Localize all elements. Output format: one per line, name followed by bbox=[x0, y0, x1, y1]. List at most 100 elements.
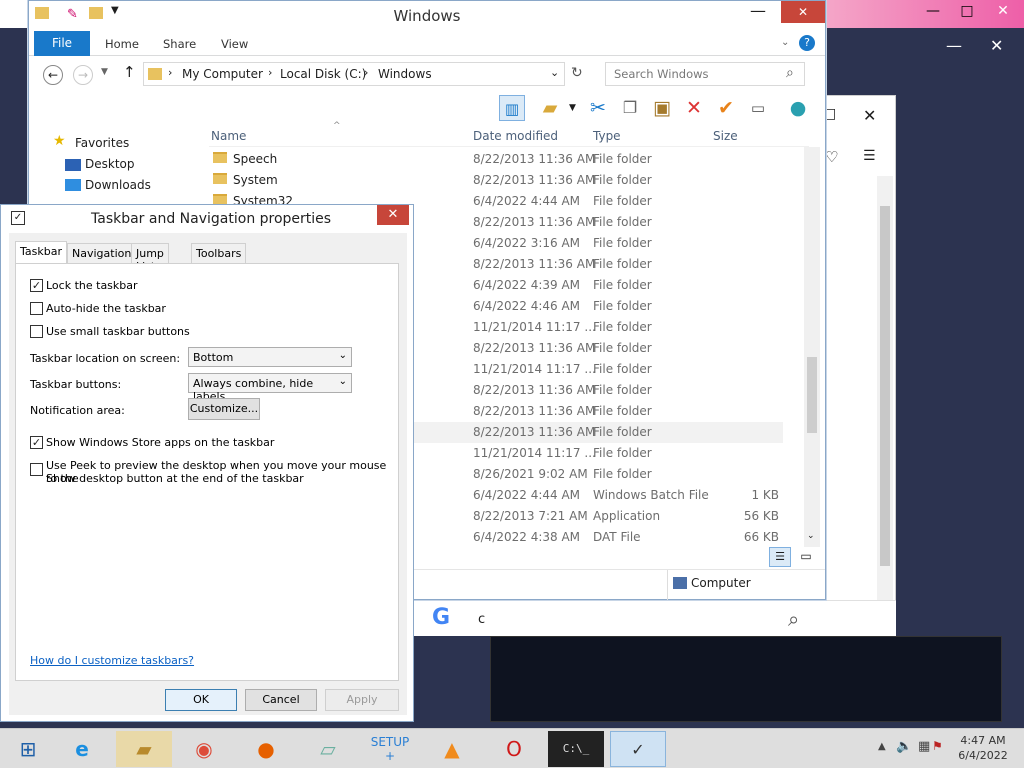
breadcrumb-my-computer[interactable]: My Computer bbox=[182, 67, 263, 81]
column-date-modified[interactable]: Date modified bbox=[473, 129, 558, 143]
windows-start-icon[interactable]: ⊞ bbox=[0, 731, 56, 767]
close-icon[interactable]: ✕ bbox=[990, 36, 1003, 55]
tab-home[interactable]: Home bbox=[105, 37, 139, 51]
breadcrumb-windows[interactable]: Windows bbox=[378, 67, 432, 81]
heart-icon[interactable]: ♡ bbox=[825, 148, 838, 166]
network-icon[interactable]: ▦ bbox=[918, 739, 930, 754]
minimize-icon[interactable]: — bbox=[946, 36, 962, 55]
rename-icon[interactable]: ▭ bbox=[745, 95, 771, 121]
search-text[interactable]: c bbox=[478, 612, 485, 627]
chevron-down-icon[interactable]: ⌄ bbox=[807, 531, 815, 541]
paste-icon[interactable]: ▣ bbox=[649, 95, 675, 121]
tab-jump-lists[interactable]: Jump Lists bbox=[131, 243, 169, 273]
refresh-icon[interactable]: ↻ bbox=[571, 65, 583, 81]
sort-ascending-icon: ^ bbox=[333, 121, 341, 131]
small-buttons-checkbox[interactable] bbox=[30, 325, 43, 338]
scrollbar-thumb[interactable] bbox=[880, 206, 890, 566]
google-search-bar[interactable]: G c ⌕ bbox=[412, 600, 896, 636]
chevron-down-icon: ⌄ bbox=[338, 350, 347, 361]
chrome-icon[interactable]: ◉ bbox=[176, 731, 232, 767]
column-size[interactable]: Size bbox=[713, 129, 738, 143]
file-type: File folder bbox=[593, 320, 652, 334]
nav-desktop[interactable]: Desktop bbox=[85, 157, 135, 171]
back-icon[interactable]: ← bbox=[43, 65, 63, 85]
lock-taskbar-checkbox[interactable]: ✓ bbox=[30, 279, 43, 292]
internet-explorer-icon[interactable]: e bbox=[54, 731, 110, 767]
close-icon[interactable]: ✕ bbox=[863, 106, 876, 125]
chevron-right-icon: › bbox=[364, 66, 369, 79]
cancel-button[interactable]: Cancel bbox=[245, 689, 317, 711]
close-icon[interactable]: ✕ bbox=[781, 1, 825, 23]
forward-icon[interactable]: → bbox=[73, 65, 93, 85]
downloads-icon bbox=[65, 179, 81, 191]
peek-checkbox[interactable] bbox=[30, 463, 43, 476]
minimize-icon[interactable]: — bbox=[735, 1, 781, 23]
search-input[interactable]: Search Windows ⌕ bbox=[605, 62, 805, 86]
notepad-icon[interactable]: ▱ bbox=[300, 731, 356, 767]
cut-icon[interactable]: ✂ bbox=[585, 95, 611, 121]
scrollbar-thumb[interactable] bbox=[807, 357, 817, 433]
tab-toolbars[interactable]: Toolbars bbox=[191, 243, 247, 263]
chevron-down-icon[interactable]: ⌄ bbox=[781, 37, 789, 48]
address-bar[interactable]: › My Computer › Local Disk (C:) › Window… bbox=[143, 62, 565, 86]
file-explorer-taskbar-icon[interactable]: ▰ bbox=[116, 731, 172, 767]
apply-button[interactable]: Apply bbox=[325, 689, 399, 711]
chevron-up-icon[interactable]: ▲ bbox=[878, 741, 886, 752]
opera-icon[interactable]: O bbox=[486, 731, 542, 767]
tab-share[interactable]: Share bbox=[163, 37, 196, 51]
buttons-select[interactable]: Always combine, hide labels ⌄ bbox=[188, 373, 352, 403]
column-type[interactable]: Type bbox=[593, 129, 621, 143]
volume-icon[interactable]: 🔈 bbox=[896, 739, 912, 754]
copy-icon[interactable]: ❐ bbox=[617, 95, 643, 121]
folder-options-icon[interactable]: ▰ bbox=[537, 95, 563, 121]
preview-pane-icon[interactable]: ▥ bbox=[499, 95, 525, 121]
firefox-icon[interactable]: ● bbox=[238, 731, 294, 767]
tab-navigation[interactable]: Navigation bbox=[67, 243, 137, 263]
minimize-icon[interactable]: — bbox=[916, 0, 950, 22]
setup-icon[interactable]: SETUP + bbox=[362, 731, 418, 767]
avast-icon[interactable]: ▲ bbox=[424, 731, 480, 767]
tab-file[interactable]: File bbox=[34, 31, 90, 56]
ok-button[interactable]: OK bbox=[165, 689, 237, 711]
auto-hide-checkbox[interactable] bbox=[30, 302, 43, 315]
command-prompt-icon[interactable]: C:\_ bbox=[548, 731, 604, 767]
settings-icon[interactable]: ☰ bbox=[863, 148, 876, 164]
help-link[interactable]: How do I customize taskbars? bbox=[30, 654, 194, 667]
location-select[interactable]: Bottom ⌄ bbox=[188, 347, 352, 367]
nav-favorites[interactable]: Favorites bbox=[75, 136, 129, 150]
table-row[interactable]: Speech 8/22/2013 11:36 AM File folder bbox=[209, 149, 783, 170]
address-row: ← → ▼ ↑ › My Computer › Local Disk (C:) … bbox=[29, 57, 825, 91]
explorer-titlebar: ✎ ▼ Windows — ✕ bbox=[29, 1, 825, 31]
chevron-down-icon[interactable]: ▼ bbox=[101, 67, 108, 77]
delete-icon[interactable]: ✕ bbox=[681, 95, 707, 121]
action-center-icon[interactable]: ⚑ bbox=[932, 739, 943, 753]
breadcrumb-local-disk[interactable]: Local Disk (C:) bbox=[280, 67, 366, 81]
tab-taskbar[interactable]: Taskbar bbox=[15, 241, 67, 263]
file-type: File folder bbox=[593, 215, 652, 229]
chevron-down-icon[interactable]: ▼ bbox=[569, 103, 576, 113]
globe-icon[interactable]: ● bbox=[785, 95, 811, 121]
tab-view[interactable]: View bbox=[221, 37, 248, 51]
store-apps-checkbox[interactable]: ✓ bbox=[30, 436, 43, 449]
customize-button[interactable]: Customize... bbox=[188, 398, 260, 420]
taskbar-properties-taskbar-icon[interactable]: ✓ bbox=[610, 731, 666, 767]
large-icons-view-icon[interactable]: ▭ bbox=[795, 547, 817, 567]
system-clock[interactable]: 4:47 AM 6/4/2022 bbox=[948, 733, 1018, 763]
file-list-scrollbar[interactable]: ⌄ bbox=[804, 147, 820, 547]
browser-scrollbar[interactable] bbox=[877, 176, 893, 632]
help-icon[interactable]: ? bbox=[799, 35, 815, 51]
checkmark-icon[interactable]: ✔ bbox=[713, 95, 739, 121]
nav-downloads[interactable]: Downloads bbox=[85, 178, 151, 192]
maximize-icon[interactable]: □ bbox=[950, 0, 984, 22]
search-icon[interactable]: ⌕ bbox=[788, 607, 799, 631]
up-icon[interactable]: ↑ bbox=[123, 63, 136, 81]
chevron-down-icon[interactable]: ⌄ bbox=[550, 66, 559, 79]
close-icon[interactable]: ✕ bbox=[986, 0, 1020, 22]
column-name[interactable]: Name bbox=[211, 129, 246, 143]
file-size: 1 KB bbox=[751, 488, 779, 502]
file-date: 8/22/2013 7:21 AM bbox=[473, 509, 588, 523]
details-view-icon[interactable]: ☰ bbox=[769, 547, 791, 567]
close-icon[interactable]: ✕ bbox=[377, 205, 409, 225]
chevron-down-icon: ⌄ bbox=[338, 376, 347, 387]
table-row[interactable]: System 8/22/2013 11:36 AM File folder bbox=[209, 170, 783, 191]
